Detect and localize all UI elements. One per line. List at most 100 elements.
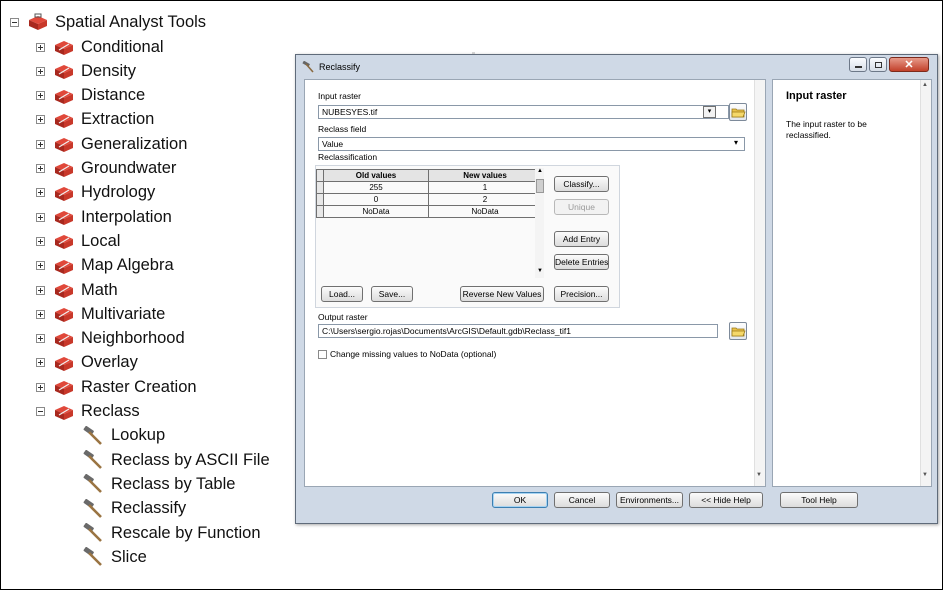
old-value-cell[interactable]: 0 — [322, 193, 430, 206]
maximize-icon — [874, 61, 882, 68]
reclass-field-label: Reclass field — [318, 124, 367, 134]
load-button[interactable]: Load... — [321, 286, 363, 302]
toolbox-icon — [55, 356, 73, 371]
reverse-new-values-button[interactable]: Reverse New Values — [460, 286, 544, 302]
expand-icon[interactable] — [36, 115, 45, 125]
scroll-thumb[interactable] — [536, 179, 544, 193]
ok-button[interactable]: OK — [492, 492, 548, 508]
save-button[interactable]: Save... — [371, 286, 413, 302]
maximize-button[interactable] — [869, 57, 887, 72]
parameters-scrollbar[interactable]: ▼ — [754, 80, 765, 486]
toolset-conditional[interactable]: Conditional — [36, 36, 164, 58]
toolbox-icon — [55, 211, 73, 226]
expand-icon[interactable] — [36, 139, 45, 149]
row-header[interactable] — [316, 205, 324, 218]
toolset-label: Interpolation — [81, 207, 172, 226]
expand-icon[interactable] — [36, 91, 45, 101]
toolset-density[interactable]: Density — [36, 60, 136, 82]
classify-button[interactable]: Classify... — [554, 176, 609, 192]
tool-label: Reclassify — [111, 499, 187, 518]
expand-icon[interactable] — [36, 188, 45, 198]
tool-reclass-by-ascii-file[interactable]: Reclass by ASCII File — [82, 449, 270, 471]
expand-icon[interactable] — [36, 309, 45, 319]
cancel-button[interactable]: Cancel — [554, 492, 610, 508]
toolset-label: Groundwater — [81, 159, 177, 177]
tool-reclass-by-table[interactable]: Reclass by Table — [82, 473, 235, 495]
toolset-label: Neighborhood — [81, 329, 185, 348]
reclassification-label: Reclassification — [318, 152, 378, 162]
new-value-cell[interactable]: NoData — [428, 205, 542, 218]
toolset-label: Distance — [81, 86, 146, 105]
hammer-icon — [83, 425, 102, 445]
table-row[interactable]: 255 1 — [316, 181, 542, 194]
toolset-neighborhood[interactable]: Neighborhood — [36, 328, 185, 350]
toolset-generalization[interactable]: Generalization — [36, 133, 187, 155]
toolset-overlay[interactable]: Overlay — [36, 352, 138, 374]
toolset-distance[interactable]: Distance — [36, 85, 145, 107]
delete-entries-button[interactable]: Delete Entries — [554, 254, 609, 270]
reclassify-dialog: Reclassify ✕ Input raster NUBESYES.tif ▾… — [295, 54, 938, 524]
close-button[interactable]: ✕ — [889, 57, 929, 72]
output-raster-field[interactable]: C:\Users\sergio.rojas\Documents\ArcGIS\D… — [318, 324, 718, 338]
tree-root-spatial-analyst[interactable]: Spatial Analyst Tools — [10, 11, 206, 33]
expand-icon[interactable] — [36, 236, 45, 246]
environments-button[interactable]: Environments... — [616, 492, 683, 508]
toolset-math[interactable]: Math — [36, 279, 118, 301]
reclass-table-scrollbar[interactable]: ▲ ▼ — [535, 168, 544, 278]
help-scrollbar[interactable]: ▲ ▼ — [920, 80, 931, 486]
tool-reclassify[interactable]: Reclassify — [82, 498, 186, 520]
toolset-map-algebra[interactable]: Map Algebra — [36, 255, 174, 277]
row-header[interactable] — [316, 181, 324, 194]
toolset-extraction[interactable]: Extraction — [36, 109, 154, 131]
toolset-label: Conditional — [81, 37, 164, 56]
add-entry-button[interactable]: Add Entry — [554, 231, 609, 247]
expand-icon[interactable] — [36, 164, 45, 173]
toolset-multivariate[interactable]: Multivariate — [36, 303, 165, 325]
reclass-field-select[interactable]: Value — [318, 137, 745, 151]
unique-button[interactable]: Unique — [554, 199, 609, 215]
expand-icon[interactable] — [36, 66, 45, 76]
toolset-local[interactable]: Local — [36, 230, 120, 252]
output-raster-browse-button[interactable] — [729, 322, 747, 340]
old-value-cell[interactable]: NoData — [322, 205, 430, 218]
toolset-interpolation[interactable]: Interpolation — [36, 206, 172, 228]
new-value-cell[interactable]: 2 — [428, 193, 542, 206]
minimize-button[interactable] — [849, 57, 867, 72]
expand-icon[interactable] — [36, 285, 45, 295]
toolbox-tree: Spatial Analyst Tools Conditional Density… — [0, 0, 290, 590]
toolbox-icon — [55, 65, 73, 80]
toolset-groundwater[interactable]: Groundwater — [36, 158, 176, 180]
tool-lookup[interactable]: Lookup — [82, 425, 165, 447]
collapse-icon[interactable] — [10, 17, 19, 27]
toolbox-icon — [55, 235, 73, 250]
input-raster-field[interactable]: NUBESYES.tif — [318, 105, 729, 119]
tool-rescale-by-function[interactable]: Rescale by Function — [82, 522, 261, 544]
hide-help-button[interactable]: << Hide Help — [689, 492, 763, 508]
change-missing-checkbox[interactable] — [318, 350, 327, 359]
toolset-reclass[interactable]: Reclass — [36, 401, 140, 423]
table-row[interactable]: 02 — [316, 193, 542, 206]
tool-help-button[interactable]: Tool Help — [780, 492, 858, 508]
tool-slice[interactable]: Slice — [82, 546, 147, 568]
row-header[interactable] — [316, 193, 324, 206]
expand-icon[interactable] — [36, 382, 45, 392]
expand-icon[interactable] — [36, 42, 45, 52]
table-row[interactable]: NoData NoData — [316, 205, 542, 218]
input-raster-dropdown[interactable]: ▾ — [703, 106, 716, 118]
toolbox-icon — [55, 41, 73, 55]
dialog-titlebar[interactable]: Reclassify ✕ — [296, 55, 937, 79]
expand-icon[interactable] — [36, 334, 45, 344]
collapse-icon[interactable] — [36, 407, 45, 416]
toolset-label: Map Algebra — [81, 256, 174, 275]
input-raster-browse-button[interactable] — [729, 103, 747, 121]
toolset-raster-creation[interactable]: Raster Creation — [36, 376, 197, 398]
expand-icon[interactable] — [36, 212, 45, 222]
expand-icon[interactable] — [36, 261, 45, 271]
tool-label: Lookup — [111, 426, 166, 445]
toolset-hydrology[interactable]: Hydrology — [36, 182, 155, 204]
input-raster-label: Input raster — [318, 91, 361, 101]
precision-button[interactable]: Precision... — [554, 286, 609, 302]
expand-icon[interactable] — [36, 358, 45, 368]
new-value-cell[interactable]: 1 — [428, 181, 542, 194]
old-value-cell[interactable]: 255 — [322, 181, 430, 194]
